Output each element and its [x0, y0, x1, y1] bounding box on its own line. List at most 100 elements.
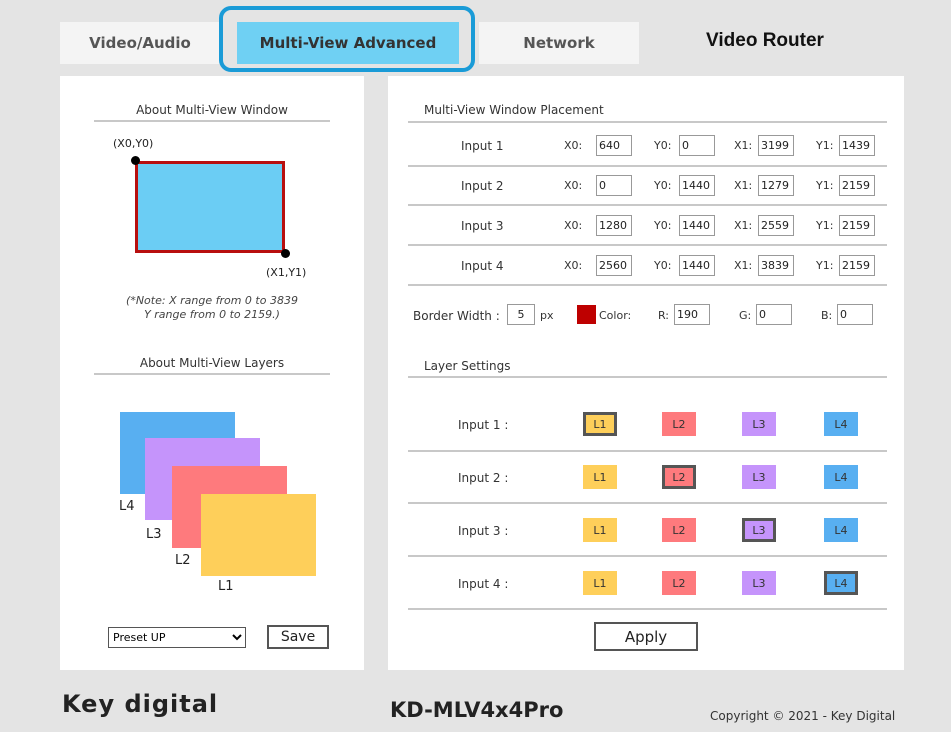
divider	[408, 165, 887, 167]
bottom-right-coord-label: (X1,Y1)	[266, 266, 307, 279]
placement-row-label: Input 4	[461, 259, 504, 273]
placement-row-label: Input 2	[461, 179, 504, 193]
y0-label: Y0:	[654, 219, 672, 232]
border-width-field[interactable]	[507, 304, 535, 325]
top-left-coord-label: (X0,Y0)	[113, 137, 154, 150]
border-g-field[interactable]	[756, 304, 792, 325]
x1-label: X1:	[734, 259, 753, 272]
left-panel: About Multi-View Window (X0,Y0) (X1,Y1) …	[60, 76, 364, 670]
input3-x0-field[interactable]	[596, 215, 632, 236]
layer-row-label: Input 2 :	[458, 471, 509, 485]
input1-layer-l1-button[interactable]: L1	[583, 412, 617, 436]
layer-row-label: Input 4 :	[458, 577, 509, 591]
tab-multi-view-advanced[interactable]: Multi-View Advanced	[237, 22, 459, 64]
divider	[94, 373, 330, 375]
input2-layer-l3-button[interactable]: L3	[742, 465, 776, 489]
input3-layer-l4-button[interactable]: L4	[824, 518, 858, 542]
apply-button[interactable]: Apply	[594, 622, 698, 651]
divider	[408, 204, 887, 206]
model-name: KD-MLV4x4Pro	[390, 698, 564, 722]
input1-y0-field[interactable]	[679, 135, 715, 156]
layer-label-l1: L1	[218, 579, 234, 594]
input1-x0-field[interactable]	[596, 135, 632, 156]
tab-network[interactable]: Network	[479, 22, 639, 64]
input4-layer-l4-button[interactable]: L4	[824, 571, 858, 595]
input2-y0-field[interactable]	[679, 175, 715, 196]
x0-label: X0:	[564, 179, 583, 192]
input2-layer-l2-button[interactable]: L2	[662, 465, 696, 489]
input1-layer-l2-button[interactable]: L2	[662, 412, 696, 436]
divider	[408, 608, 887, 610]
input1-y1-field[interactable]	[839, 135, 875, 156]
divider	[408, 121, 887, 123]
placement-row-label: Input 1	[461, 139, 504, 153]
layer-label-l3: L3	[146, 527, 162, 542]
x1-label: X1:	[734, 139, 753, 152]
page-title: Video Router	[706, 30, 824, 51]
bottom-right-corner-dot	[281, 249, 290, 258]
input3-y0-field[interactable]	[679, 215, 715, 236]
layer-l1-diagram	[201, 494, 316, 576]
input2-x1-field[interactable]	[758, 175, 794, 196]
x1-label: X1:	[734, 219, 753, 232]
preset-select[interactable]: Preset UP	[108, 627, 246, 648]
input4-y0-field[interactable]	[679, 255, 715, 276]
range-note-y: Y range from 0 to 2159.)	[144, 308, 280, 321]
border-width-label: Border Width :	[413, 309, 500, 323]
range-note: (*Note: X range from 0 to 3839 Y range f…	[80, 294, 344, 322]
layer-label-l2: L2	[175, 553, 191, 568]
divider	[408, 555, 887, 557]
b-label: B:	[821, 309, 833, 322]
layer-row-label: Input 1 :	[458, 418, 509, 432]
input3-x1-field[interactable]	[758, 215, 794, 236]
layers-section-title: About Multi-View Layers	[139, 356, 285, 370]
y1-label: Y1:	[816, 139, 834, 152]
input4-layer-l2-button[interactable]: L2	[662, 571, 696, 595]
save-button[interactable]: Save	[267, 625, 329, 649]
input2-layer-l4-button[interactable]: L4	[824, 465, 858, 489]
input3-y1-field[interactable]	[839, 215, 875, 236]
y1-label: Y1:	[816, 219, 834, 232]
input4-x1-field[interactable]	[758, 255, 794, 276]
input1-x1-field[interactable]	[758, 135, 794, 156]
border-unit-label: px	[540, 309, 554, 322]
y0-label: Y0:	[654, 179, 672, 192]
divider	[94, 120, 330, 122]
input2-layer-l1-button[interactable]: L1	[583, 465, 617, 489]
input1-layer-l4-button[interactable]: L4	[824, 412, 858, 436]
layer-label-l4: L4	[119, 499, 135, 514]
input3-layer-l3-button[interactable]: L3	[742, 518, 776, 542]
divider	[408, 502, 887, 504]
window-section-title: About Multi-View Window	[136, 103, 288, 117]
input4-y1-field[interactable]	[839, 255, 875, 276]
r-label: R:	[658, 309, 670, 322]
divider	[408, 376, 887, 378]
x0-label: X0:	[564, 259, 583, 272]
tab-video-audio[interactable]: Video/Audio	[60, 22, 220, 64]
x1-label: X1:	[734, 179, 753, 192]
copyright-text: Copyright © 2021 - Key Digital	[710, 709, 896, 723]
input4-layer-l1-button[interactable]: L1	[583, 571, 617, 595]
y1-label: Y1:	[816, 259, 834, 272]
y0-label: Y0:	[654, 139, 672, 152]
input4-layer-l3-button[interactable]: L3	[742, 571, 776, 595]
x0-label: X0:	[564, 139, 583, 152]
x0-label: X0:	[564, 219, 583, 232]
y1-label: Y1:	[816, 179, 834, 192]
layer-settings-title: Layer Settings	[424, 359, 511, 373]
input2-y1-field[interactable]	[839, 175, 875, 196]
input4-x0-field[interactable]	[596, 255, 632, 276]
brand-logo: Key digital	[62, 690, 219, 718]
g-label: G:	[739, 309, 752, 322]
border-b-field[interactable]	[837, 304, 873, 325]
input1-layer-l3-button[interactable]: L3	[742, 412, 776, 436]
input3-layer-l2-button[interactable]: L2	[662, 518, 696, 542]
layer-row-label: Input 3 :	[458, 524, 509, 538]
input3-layer-l1-button[interactable]: L1	[583, 518, 617, 542]
input2-x0-field[interactable]	[596, 175, 632, 196]
top-left-corner-dot	[131, 156, 140, 165]
window-diagram	[135, 161, 285, 253]
color-label: Color:	[599, 309, 632, 322]
border-r-field[interactable]	[674, 304, 710, 325]
divider	[408, 284, 887, 286]
